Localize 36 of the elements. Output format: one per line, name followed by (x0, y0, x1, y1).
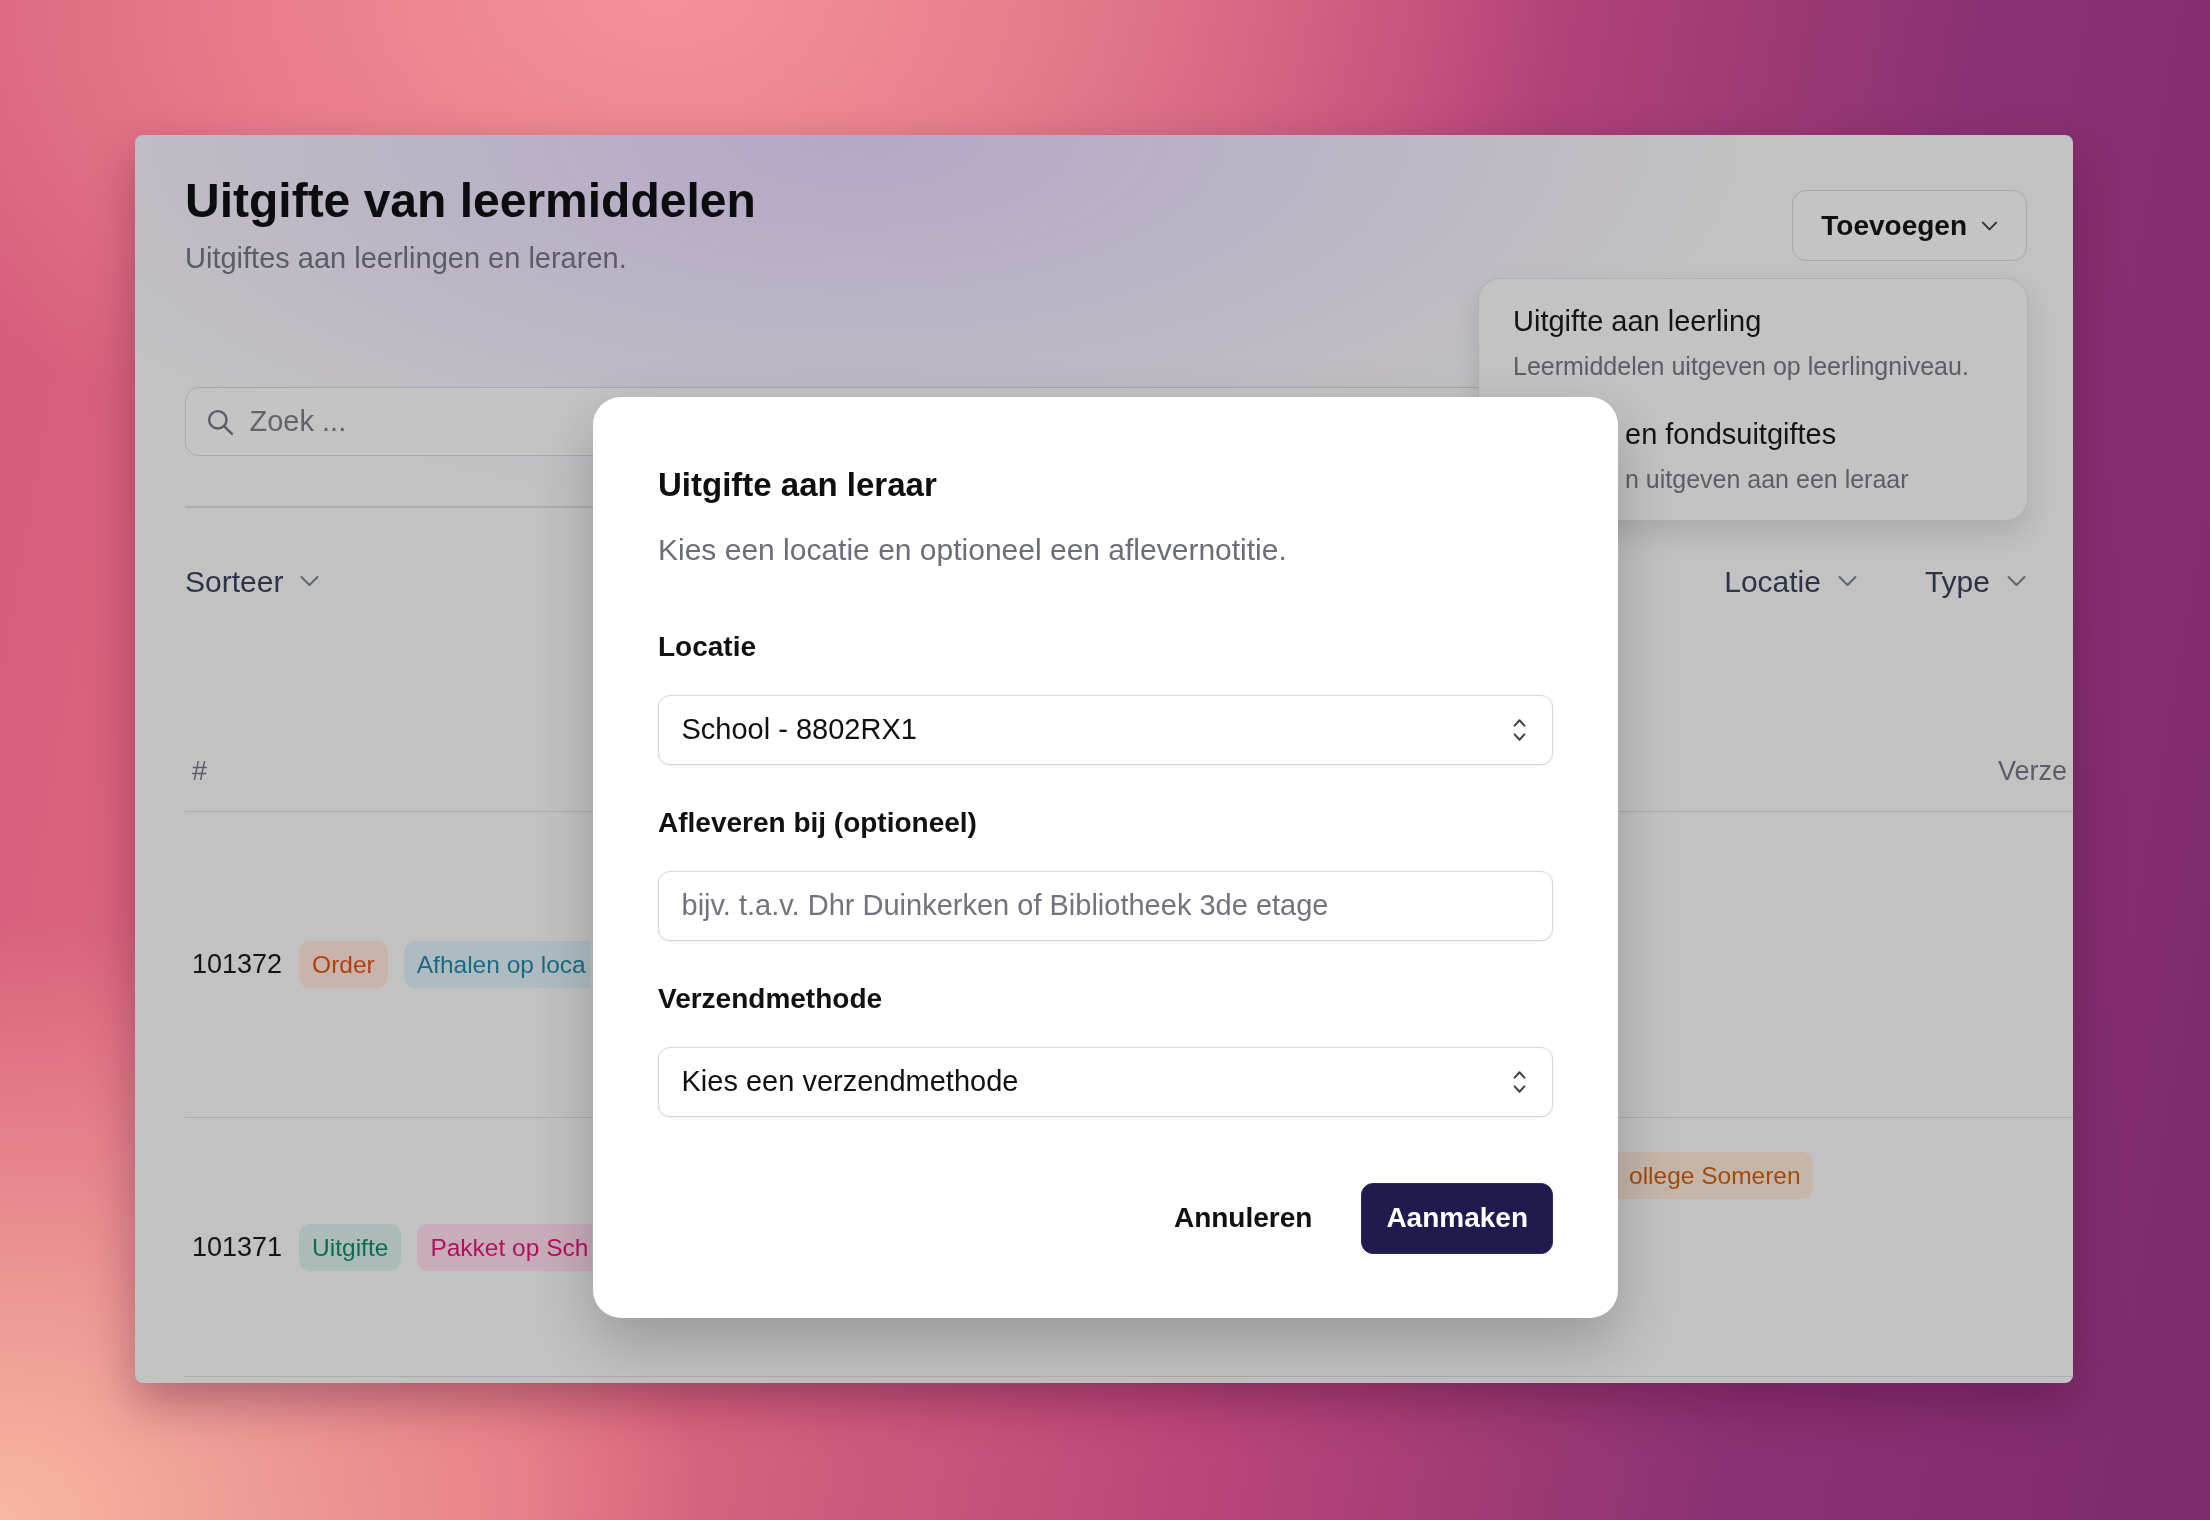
filter-dropdown[interactable]: Type (1924, 561, 2027, 601)
chevron-down-icon (1981, 220, 1998, 231)
dialog-description: Kies een locatie en optioneel een aflevernotitie. (658, 532, 1288, 568)
column-header: # (192, 755, 208, 786)
updown-chevron-icon (1513, 1069, 1526, 1094)
sort-dropdown[interactable]: Sorteer (185, 561, 321, 601)
chevron-down-icon (299, 575, 321, 588)
field-label: Verzendmethode (658, 981, 884, 1016)
menu-item-description: Leermiddelen uitgeven op leerlingniveau. (1513, 350, 1970, 382)
order-number: 101371 (192, 1230, 283, 1264)
page-title: Uitgifte van leermiddelen (185, 173, 756, 229)
input-field[interactable]: bijv. t.a.v. Dhr Duinkerken of Bibliotheek 3de etage (658, 870, 1553, 941)
field-label: Locatie (658, 629, 758, 664)
submit-button[interactable]: Aanmaken (1361, 1182, 1553, 1254)
select-field[interactable]: Kies een verzendmethode (658, 1046, 1553, 1117)
tag: Pakket op Sch (417, 1223, 593, 1271)
tag: Order (299, 941, 388, 989)
cancel-button[interactable]: Annuleren (1153, 1182, 1333, 1254)
search-icon (206, 408, 233, 435)
order-number: 101372 (192, 948, 283, 982)
dialog-title: Uitgifte aan leraar (658, 465, 938, 505)
add-button[interactable]: Toevoegen (1792, 190, 2027, 261)
select-field[interactable]: School - 8802RX1 (658, 694, 1553, 765)
location-tag: ollege Someren (1618, 1151, 1813, 1199)
chevron-down-icon (2006, 575, 2027, 588)
menu-item-title[interactable]: Uitgifte aan leerling (1513, 303, 1993, 341)
updown-chevron-icon (1513, 717, 1526, 742)
tag: Afhalen op loca (403, 941, 590, 989)
field-label: Afleveren bij (optioneel) (658, 805, 978, 840)
page-subtitle: Uitgiftes aan leerlingen en leraren. (185, 240, 628, 276)
chevron-down-icon (1836, 575, 1858, 588)
column-header: Verze (1998, 755, 2068, 786)
filter-dropdown[interactable]: Locatie (1724, 561, 1858, 601)
tag: Uitgifte (299, 1223, 402, 1271)
menu-item-description: n uitgeven aan een leraar (1625, 463, 1910, 495)
menu-item-title[interactable]: en fondsuitgiftes (1625, 416, 1993, 454)
